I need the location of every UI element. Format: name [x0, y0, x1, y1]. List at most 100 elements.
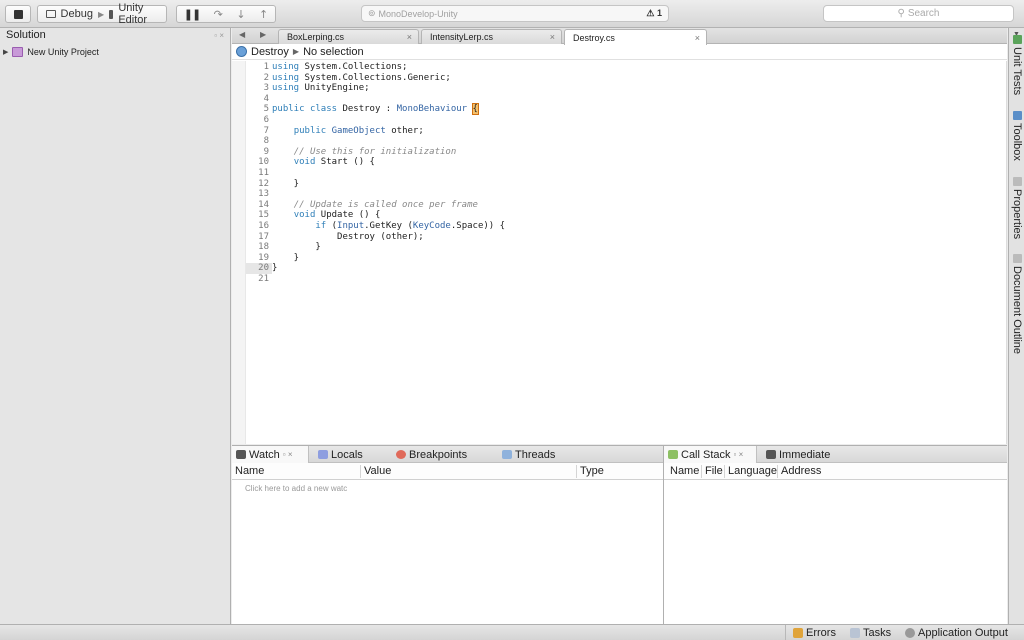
tab-call-stack[interactable]: Call Stack ▫ ×: [664, 446, 757, 463]
code-text[interactable]: using System.Collections;: [272, 62, 407, 73]
locals-icon: [318, 450, 328, 459]
watch-column-headers: Name Value Type: [232, 463, 663, 480]
solution-tree-item[interactable]: ▶ New Unity Project: [0, 44, 230, 60]
code-line[interactable]: 18 }: [246, 242, 1007, 253]
close-icon[interactable]: ×: [695, 33, 700, 43]
code-text[interactable]: public GameObject other;: [272, 126, 424, 137]
tab-boxlerping[interactable]: BoxLerping.cs ×: [278, 29, 419, 44]
column-value[interactable]: Value: [361, 465, 577, 478]
code-text[interactable]: }: [272, 242, 320, 253]
tab-immediate[interactable]: Immediate: [762, 446, 830, 463]
close-icon[interactable]: ×: [407, 32, 412, 42]
pad-controls[interactable]: ▫ ×: [734, 450, 744, 459]
step-into-button[interactable]: ↓: [236, 8, 245, 21]
document-outline-icon: [1012, 254, 1022, 263]
tab-locals[interactable]: Locals: [314, 446, 363, 463]
dock-toolbox[interactable]: Toolbox: [1009, 111, 1024, 161]
code-lines[interactable]: 1 using System.Collections; 2 using System.…: [246, 61, 1007, 444]
tab-intensitylerp[interactable]: IntensityLerp.cs ×: [421, 29, 562, 44]
code-text[interactable]: using UnityEngine;: [272, 83, 370, 94]
column-name[interactable]: Name: [232, 465, 361, 478]
warning-count[interactable]: ⚠ 1: [646, 8, 662, 19]
code-line[interactable]: 3 using UnityEngine;: [246, 83, 1007, 94]
code-editor[interactable]: 1 using System.Collections; 2 using System.…: [232, 61, 1007, 444]
pause-button[interactable]: ❚❚: [184, 8, 201, 21]
code-line[interactable]: 1 using System.Collections;: [246, 62, 1007, 73]
tab-forward-arrow-icon[interactable]: ▶: [260, 30, 266, 39]
line-number: 21: [258, 273, 269, 284]
tab-label: Threads: [515, 448, 556, 461]
code-text[interactable]: if (Input.GetKey (KeyCode.Space)) {: [272, 221, 505, 232]
tab-label: Locals: [331, 448, 363, 461]
code-text[interactable]: }: [272, 253, 299, 264]
errors-button[interactable]: Errors: [793, 626, 836, 640]
line-number: 17: [258, 231, 269, 242]
threads-icon: [502, 450, 512, 459]
application-output-button[interactable]: Application Output: [905, 626, 1008, 640]
tab-threads[interactable]: Threads: [498, 446, 555, 463]
tab-watch[interactable]: Watch ▫ ×: [232, 446, 309, 463]
code-line[interactable]: 12 }: [246, 179, 1007, 190]
code-line[interactable]: 4: [246, 94, 1007, 105]
step-out-button[interactable]: ↑: [259, 8, 268, 21]
tab-breakpoints[interactable]: Breakpoints: [392, 446, 467, 463]
pad-controls[interactable]: ▫ ×: [283, 450, 293, 459]
code-line[interactable]: 17 Destroy (other);: [246, 232, 1007, 243]
pad-controls[interactable]: ▫ ×: [214, 31, 224, 40]
code-text[interactable]: // Use this for initialization: [272, 147, 457, 158]
close-icon[interactable]: ×: [550, 32, 555, 42]
path-bar: Destroy ▶ No selection: [232, 44, 1007, 60]
code-text[interactable]: // Update is called once per frame: [272, 200, 478, 211]
dock-unit-tests[interactable]: Unit Tests: [1009, 35, 1024, 95]
column-file[interactable]: File: [702, 465, 725, 478]
call-stack-icon: [668, 450, 678, 459]
column-type[interactable]: Type: [577, 465, 663, 478]
path-member[interactable]: No selection: [303, 46, 364, 58]
editor-scrollbar[interactable]: [1006, 61, 1007, 444]
code-line[interactable]: 8: [246, 136, 1007, 147]
code-text[interactable]: void Start () {: [272, 157, 375, 168]
device-icon: [109, 9, 114, 19]
path-class[interactable]: Destroy: [251, 46, 289, 58]
project-name: New Unity Project: [27, 47, 99, 57]
device-label: Unity Editor: [118, 2, 148, 26]
tab-label: Immediate: [779, 448, 831, 461]
search-input[interactable]: ⚲ Search: [823, 5, 1014, 22]
code-line[interactable]: 2 using System.Collections.Generic;: [246, 73, 1007, 84]
column-language[interactable]: Language: [725, 465, 778, 478]
tab-back-arrow-icon[interactable]: ◀: [239, 30, 245, 39]
code-text[interactable]: void Update () {: [272, 210, 381, 221]
code-line[interactable]: 20}: [246, 263, 1007, 274]
code-line[interactable]: 21: [246, 274, 1007, 285]
dock-document-outline[interactable]: Document Outline: [1009, 254, 1024, 354]
code-line[interactable]: 13: [246, 189, 1007, 200]
code-text[interactable]: public class Destroy : MonoBehaviour {: [272, 103, 480, 116]
code-line[interactable]: 10 void Start () {: [246, 157, 1007, 168]
tab-label: Destroy.cs: [573, 32, 615, 43]
editor-gutter[interactable]: [232, 61, 246, 444]
run-configuration-selector[interactable]: Debug ▶ Unity Editor: [37, 2, 167, 26]
step-over-button[interactable]: ↷: [214, 8, 223, 21]
code-line[interactable]: 5 public class Destroy : MonoBehaviour {: [246, 103, 1007, 116]
code-text[interactable]: }: [272, 263, 277, 274]
code-line[interactable]: 14 // Update is called once per frame: [246, 200, 1007, 211]
code-line[interactable]: 15 void Update () {: [246, 210, 1007, 221]
column-address[interactable]: Address: [778, 465, 858, 478]
tasks-button[interactable]: Tasks: [850, 626, 891, 640]
code-line[interactable]: 7 public GameObject other;: [246, 126, 1007, 137]
expand-arrow-icon[interactable]: ▶: [3, 48, 8, 56]
add-watch-hint[interactable]: Click here to add a new watc: [245, 484, 347, 493]
dock-properties[interactable]: Properties: [1009, 177, 1024, 239]
code-line[interactable]: 9 // Use this for initialization: [246, 147, 1007, 158]
code-text[interactable]: using System.Collections.Generic;: [272, 73, 451, 84]
code-line[interactable]: 19 }: [246, 253, 1007, 264]
code-line[interactable]: 16 if (Input.GetKey (KeyCode.Space)) {: [246, 221, 1007, 232]
code-text[interactable]: }: [272, 179, 299, 190]
watch-pad-tabs: Watch ▫ × Locals Breakpoints Threads: [232, 446, 663, 463]
code-line[interactable]: 6: [246, 115, 1007, 126]
tab-destroy[interactable]: Destroy.cs ×: [564, 29, 707, 45]
code-line[interactable]: 11: [246, 168, 1007, 179]
stop-button[interactable]: [5, 5, 31, 23]
column-name[interactable]: Name: [667, 465, 702, 478]
code-text[interactable]: Destroy (other);: [272, 232, 424, 243]
